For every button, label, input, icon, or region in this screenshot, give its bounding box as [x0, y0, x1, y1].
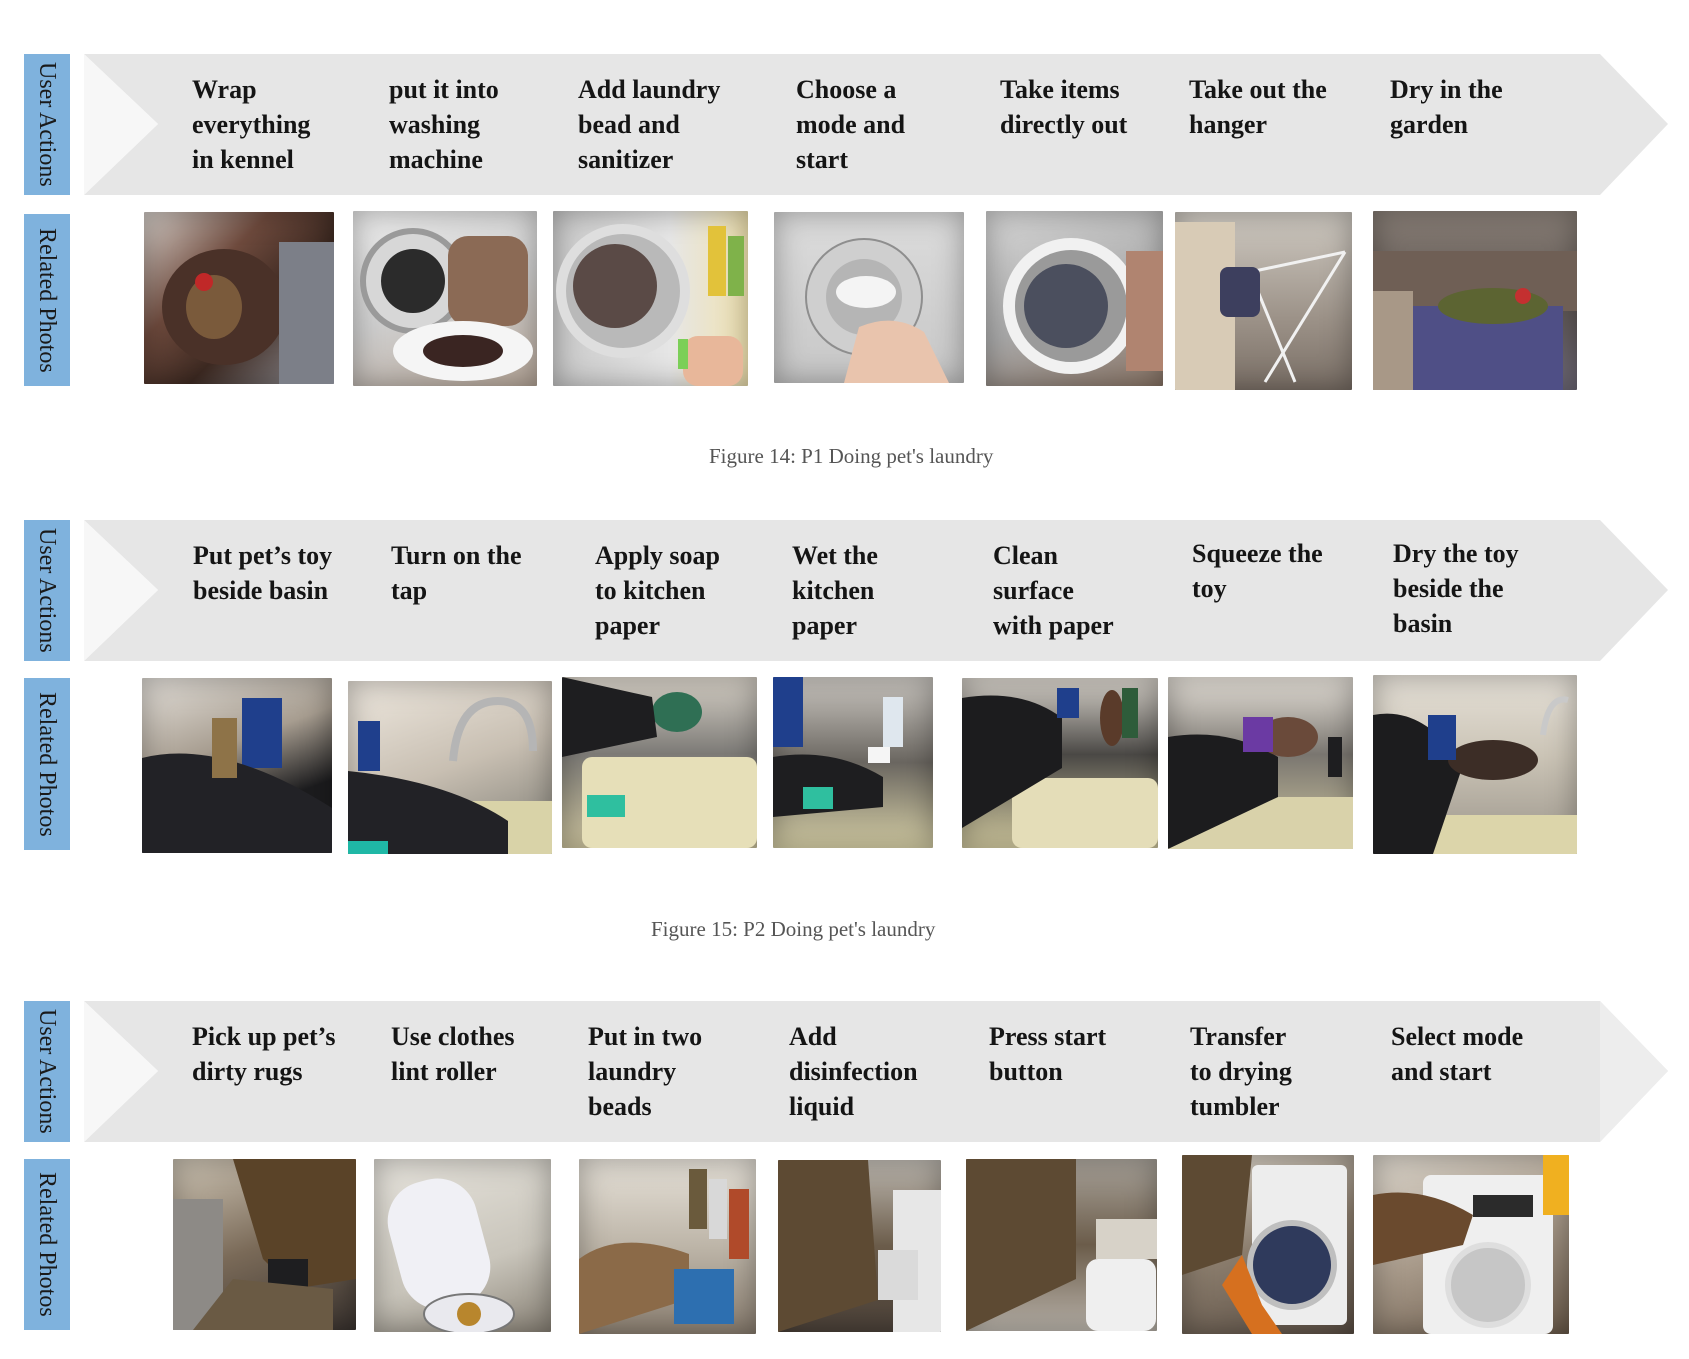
step-3: Apply soap to kitchen paper	[595, 541, 720, 640]
photo-take-out-items-icon	[986, 211, 1163, 386]
step-4: Choose a mode and start	[796, 75, 906, 174]
photo-dry-toy-icon	[1373, 675, 1577, 854]
photo-mode-dial-icon	[774, 212, 964, 383]
related-photos-label: Related Photos	[24, 1159, 70, 1330]
step-3: Add laundry bead and sanitizer	[578, 75, 721, 174]
photo-dirty-rugs-icon	[173, 1159, 356, 1330]
step-4: Wet the kitchen paper	[792, 541, 878, 640]
step-1: Pick up pet’s dirty rugs	[192, 1022, 336, 1086]
soap-paper-art	[562, 677, 757, 848]
step-1: Wrap everything in kennel	[192, 75, 311, 174]
dry-toy-art	[1373, 696, 1577, 854]
step-5: Clean surface with paper	[993, 541, 1114, 640]
figure-15-caption: Figure 15: P2 Doing pet's laundry	[651, 917, 936, 941]
tap-art	[348, 696, 552, 854]
garden-dry-art	[1373, 251, 1577, 390]
step-2: put it into washing machine	[389, 75, 499, 174]
start-button-art	[966, 1159, 1157, 1331]
dirty-rugs-art	[173, 1159, 356, 1330]
figure-14-caption: Figure 14: P1 Doing pet's laundry	[709, 444, 994, 468]
photo-laundry-beads-icon	[579, 1159, 756, 1334]
photo-start-button-icon	[966, 1159, 1157, 1331]
photo-kennel-wrap-icon	[144, 212, 334, 384]
mode-dial-art	[805, 238, 949, 383]
user-actions-label: User Actions	[24, 54, 70, 195]
hanger-art	[1175, 222, 1347, 390]
wet-paper-art	[773, 677, 903, 817]
photo-select-mode-icon	[1373, 1155, 1569, 1334]
lint-roller-art	[387, 1178, 515, 1332]
photo-soap-paper-icon	[562, 677, 757, 848]
toy-basin-art	[142, 698, 332, 853]
clean-surface-art	[962, 688, 1158, 848]
step-2: Use clothes lint roller	[391, 1022, 515, 1086]
laundry-beads-art	[579, 1169, 749, 1334]
step-7: Dry in the garden	[1390, 75, 1503, 139]
step-5: Press start button	[989, 1022, 1107, 1086]
photo-laundry-bead-icon	[553, 211, 748, 386]
photo-lint-roller-icon	[374, 1159, 551, 1332]
user-actions-label: User Actions	[24, 1001, 70, 1142]
step-6: Take out the hanger	[1189, 75, 1327, 139]
user-actions-label: User Actions	[24, 520, 70, 661]
drying-tumbler-art	[1182, 1155, 1347, 1334]
step-5: Take items directly out	[1000, 75, 1128, 139]
photo-clean-surface-icon	[962, 678, 1158, 848]
step-7: Select mode and start	[1391, 1022, 1524, 1086]
kennel-wrap-art	[162, 242, 334, 384]
photo-garden-dry-icon	[1373, 211, 1577, 390]
step-4: Add disinfection liquid	[789, 1022, 918, 1121]
photo-washing-machine-load-icon	[353, 211, 537, 386]
step-3: Put in two laundry beads	[588, 1022, 703, 1121]
photo-tap-icon	[348, 681, 552, 854]
laundry-bead-art	[556, 224, 744, 386]
photo-disinfection-liquid-icon	[778, 1160, 941, 1332]
step-1: Put pet’s toy beside basin	[193, 541, 333, 605]
photo-squeeze-toy-icon	[1168, 677, 1353, 849]
step-7: Dry the toy beside the basin	[1393, 539, 1519, 638]
step-6: Squeeze the toy	[1192, 539, 1323, 603]
select-mode-art	[1373, 1155, 1569, 1334]
photo-hanger-icon	[1175, 212, 1352, 390]
related-photos-label: Related Photos	[24, 214, 70, 386]
washer-load-art	[360, 228, 533, 381]
disinfection-liquid-art	[778, 1160, 941, 1332]
photo-drying-tumbler-icon	[1182, 1155, 1354, 1334]
step-2: Turn on the tap	[391, 541, 522, 605]
related-photos-label: Related Photos	[24, 678, 70, 850]
photo-toy-basin-icon	[142, 678, 332, 853]
step-6: Transfer to drying tumbler	[1190, 1022, 1292, 1121]
take-out-items-art	[1003, 238, 1163, 374]
photo-wet-paper-icon	[773, 677, 933, 848]
squeeze-toy-art	[1168, 717, 1353, 849]
